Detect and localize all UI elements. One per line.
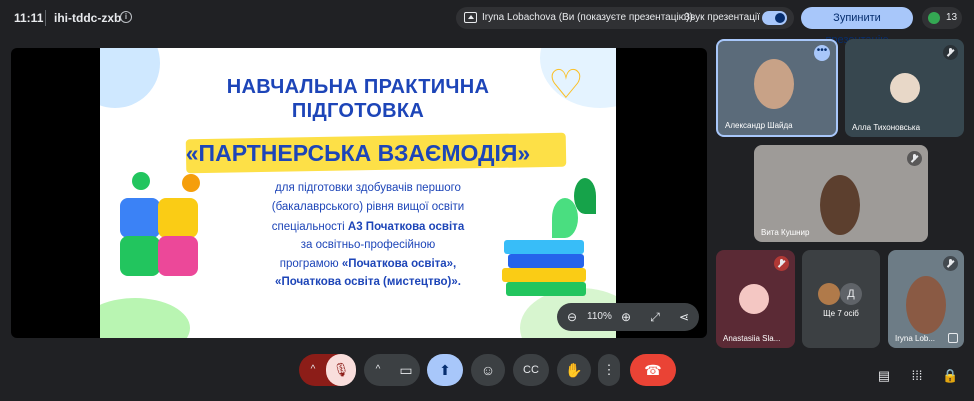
- zoom-level: 110%: [587, 311, 612, 322]
- puzzle-piece-image: [120, 236, 160, 276]
- participant-name: Ще 7 осіб: [823, 309, 859, 318]
- leaf-image: [552, 198, 578, 238]
- video-feed-image: [906, 276, 946, 334]
- pin-icon[interactable]: [948, 333, 958, 343]
- emoji-button[interactable]: ☺: [471, 354, 505, 386]
- participant-tile[interactable]: Iryna Lob...: [888, 250, 964, 348]
- present-button[interactable]: ⬆: [427, 354, 463, 386]
- participant-name: Iryna Lob...: [895, 334, 936, 343]
- zoom-out-icon[interactable]: ⊖: [563, 308, 581, 326]
- slide-text-line: програмою «Початкова освіта»,: [238, 258, 498, 270]
- fullscreen-icon[interactable]: ⤢: [646, 308, 664, 326]
- book-image: [502, 268, 586, 282]
- avatar: [818, 283, 840, 305]
- slide-text-bold: «Початкова освіта (мистецтво)».: [275, 276, 461, 288]
- video-feed-image: [820, 175, 860, 235]
- presentation-slide: ♡ НАВЧАЛЬНА ПРАКТИЧНА ПІДГОТОВКА «ПАРТНЕ…: [100, 48, 616, 338]
- puzzle-piece-image: [158, 198, 198, 238]
- presentation-audio-label: Звук презентації: [684, 12, 760, 23]
- book-image: [506, 282, 586, 296]
- zoom-controls: ⊖ 110% ⊕ ⤢ ⋖: [557, 303, 699, 331]
- slide-text-prefix: спеціальності: [271, 221, 348, 233]
- participant-tile[interactable]: Anastasiia Sla...: [716, 250, 795, 348]
- slide-title-line2: ПІДГОТОВКА: [291, 100, 425, 122]
- host-controls-icon[interactable]: 🔒: [942, 368, 958, 384]
- avatar-initial: Д: [840, 283, 862, 305]
- book-image: [508, 254, 584, 268]
- mic-toggle-button[interactable]: 🎙: [326, 354, 356, 386]
- raise-hand-button[interactable]: ✋: [557, 354, 591, 386]
- presenting-indicator: Iryna Lobachova (Ви (показуєте презентац…: [456, 7, 794, 29]
- slide-headline: «ПАРТНЕРСЬКА ВЗАЄМОДІЯ»: [185, 140, 531, 166]
- divider: [45, 10, 46, 26]
- activities-icon[interactable]: ⁞⁞⁞: [909, 368, 925, 384]
- slide-text-prefix: програмою: [279, 258, 342, 270]
- end-call-button[interactable]: ☎: [630, 354, 676, 386]
- slide-text-line: для підготовки здобувачів першого: [275, 182, 461, 194]
- mic-off-icon: [907, 151, 922, 166]
- participant-name: Алла Тихоновська: [852, 123, 921, 132]
- clock: 11:11: [14, 11, 44, 25]
- stop-presenting-button[interactable]: Зупинити презентацію: [801, 7, 913, 46]
- slide-text-line: «Початкова освіта (мистецтво)».: [238, 276, 498, 288]
- leaf-image: [574, 178, 596, 214]
- participant-count: 13: [946, 12, 958, 23]
- toggle-knob: [775, 13, 785, 23]
- people-icon: [928, 12, 940, 24]
- book-image: [504, 240, 584, 254]
- more-options-icon[interactable]: •••: [814, 45, 830, 61]
- slide-text-bold: А3 Початкова освіта: [347, 221, 465, 233]
- mic-off-icon: [774, 256, 789, 271]
- share-icon[interactable]: ⋖: [675, 308, 693, 326]
- slide-text-line: спеціальності А3 Початкова освіта: [238, 221, 498, 233]
- puzzle-piece-image: [120, 198, 160, 238]
- mic-off-icon: [943, 256, 958, 271]
- participants-button[interactable]: 13: [922, 7, 962, 29]
- mic-off-icon: [943, 45, 958, 60]
- participant-tile[interactable]: Алла Тихоновська: [845, 39, 964, 137]
- participant-tile[interactable]: ••• Александр Шайда: [716, 39, 838, 137]
- slide-text-bold: «Початкова освіта»,: [341, 258, 457, 270]
- top-bar: 11:11 ihi-tddc-zxb i Iryna Lobachova (Ви…: [0, 0, 974, 46]
- slide-text-line: за освітньо-професійною: [300, 239, 436, 251]
- chat-icon[interactable]: ▤: [876, 368, 892, 384]
- figure-head-image: [182, 174, 200, 192]
- avatar: [739, 284, 769, 314]
- info-icon[interactable]: i: [120, 11, 132, 23]
- zoom-in-icon[interactable]: ⊕: [617, 308, 635, 326]
- avatar: [890, 73, 920, 103]
- camera-options-button[interactable]: ^: [365, 354, 391, 386]
- participant-name: Александр Шайда: [725, 121, 793, 130]
- more-options-button[interactable]: ⋮: [598, 354, 620, 386]
- slide-title-line1: НАВЧАЛЬНА ПРАКТИЧНА: [226, 76, 490, 98]
- figure-head-image: [132, 172, 150, 190]
- mic-options-button[interactable]: ^: [300, 354, 326, 386]
- captions-button[interactable]: CC: [513, 354, 549, 386]
- more-participants-tile[interactable]: Д Ще 7 осіб: [802, 250, 880, 348]
- meeting-code: ihi-tddc-zxb: [54, 11, 122, 25]
- presentation-audio-toggle[interactable]: [762, 11, 787, 25]
- present-screen-icon: [464, 12, 477, 23]
- video-feed-image: [754, 59, 794, 109]
- participant-name: Вита Кушнир: [761, 228, 810, 237]
- call-controls: ^ 🎙 ^ ▭ ⬆ ☺ CC ✋ ⋮ ☎: [290, 354, 683, 396]
- slide-text-line: (бакалаврського) рівня вищої освіти: [271, 201, 465, 213]
- participant-name: Anastasiia Sla...: [723, 334, 781, 343]
- puzzle-piece-image: [158, 236, 198, 276]
- decor-blob: [100, 298, 190, 338]
- camera-toggle-button[interactable]: ▭: [391, 354, 421, 386]
- participant-tile[interactable]: Вита Кушнир: [754, 145, 928, 242]
- presenting-name: Iryna Lobachova (Ви (показуєте презентац…: [482, 12, 693, 23]
